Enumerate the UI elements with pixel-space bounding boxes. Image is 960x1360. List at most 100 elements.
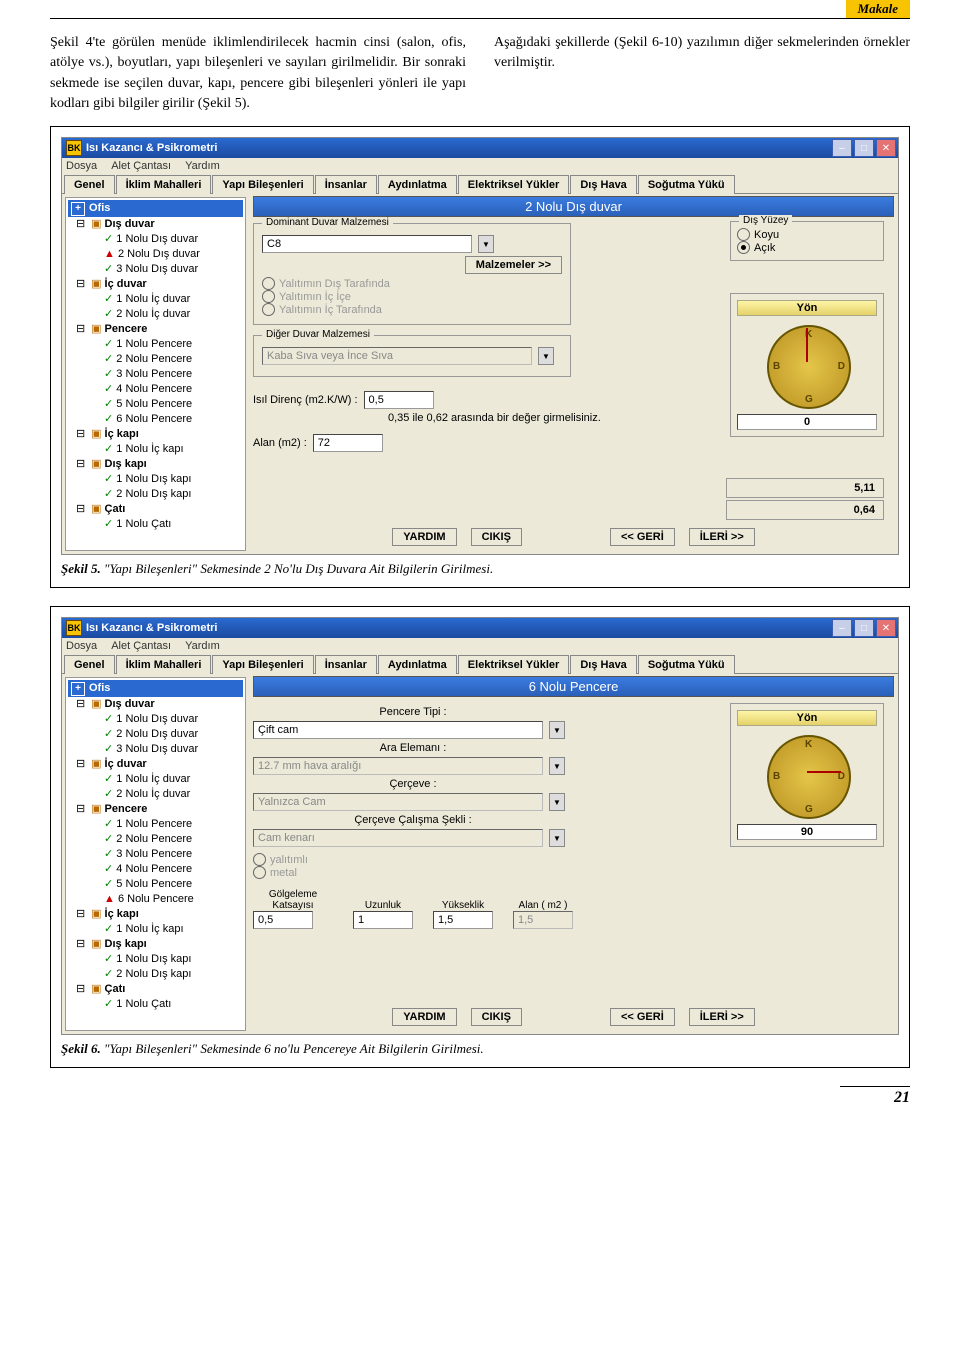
other-material-select[interactable]: Kaba Sıva veya İnce Sıva <box>262 347 532 365</box>
tree-item[interactable]: ✓ 1 Nolu Dış duvar <box>68 712 243 727</box>
menu-file[interactable]: Dosya <box>66 640 97 652</box>
radio-koyu[interactable] <box>737 228 750 241</box>
tab-insan[interactable]: İnsanlar <box>315 175 377 194</box>
tree-item[interactable]: ✓ 1 Nolu İç kapı <box>68 922 243 937</box>
help-button[interactable]: YARDIM <box>392 1008 456 1026</box>
shade-input[interactable]: 0,5 <box>253 911 313 929</box>
header-chip: Makale <box>846 0 910 18</box>
tab-sogutma[interactable]: Soğutma Yükü <box>638 175 735 194</box>
maximize-button[interactable]: □ <box>854 619 874 637</box>
tree-item[interactable]: ✓ 6 Nolu Pencere <box>68 412 243 427</box>
next-button[interactable]: İLERİ >> <box>689 1008 755 1026</box>
tree-item[interactable]: ✓ 3 Nolu Pencere <box>68 847 243 862</box>
tree-panel[interactable]: +Ofis ⊟ ▣ Dış duvar✓ 1 Nolu Dış duvar✓ 2… <box>65 677 246 1031</box>
tree-item[interactable]: ✓ 1 Nolu Çatı <box>68 997 243 1012</box>
tab-genel[interactable]: Genel <box>64 175 115 194</box>
menu-help[interactable]: Yardım <box>185 640 220 652</box>
next-button[interactable]: İLERİ >> <box>689 528 755 546</box>
tab-iklim[interactable]: İklim Mahalleri <box>116 655 212 674</box>
tab-yapi[interactable]: Yapı Bileşenleri <box>212 175 313 194</box>
exit-button[interactable]: CIKIŞ <box>471 528 522 546</box>
tree-item[interactable]: ✓ 1 Nolu İç kapı <box>68 442 243 457</box>
tree-item[interactable]: ✓ 1 Nolu Dış kapı <box>68 952 243 967</box>
chevron-down-icon[interactable]: ▼ <box>549 793 565 811</box>
tree-item[interactable]: ✓ 4 Nolu Pencere <box>68 862 243 877</box>
window-title: Isı Kazancı & Psikrometri <box>86 622 217 634</box>
back-button[interactable]: << GERİ <box>610 528 675 546</box>
area-input[interactable]: 72 <box>313 434 383 452</box>
tree-item[interactable]: ✓ 3 Nolu Dış duvar <box>68 262 243 277</box>
tree-item[interactable]: ✓ 1 Nolu Pencere <box>68 817 243 832</box>
window-title: Isı Kazancı & Psikrometri <box>86 142 217 154</box>
tab-sogutma[interactable]: Soğutma Yükü <box>638 655 735 674</box>
fig6-caption: Şekil 6. "Yapı Bileşenleri" Sekmesinde 6… <box>61 1041 899 1057</box>
ara-select[interactable]: 12.7 mm hava aralığı <box>253 757 543 775</box>
type-select[interactable]: Çift cam <box>253 721 543 739</box>
tab-yapi[interactable]: Yapı Bileşenleri <box>212 655 313 674</box>
len-input[interactable]: 1 <box>353 911 413 929</box>
tree-item[interactable]: ✓ 2 Nolu İç duvar <box>68 307 243 322</box>
menu-file[interactable]: Dosya <box>66 160 97 172</box>
chevron-down-icon[interactable]: ▼ <box>549 721 565 739</box>
yon-label: Yön <box>737 300 877 316</box>
tab-elek[interactable]: Elektriksel Yükler <box>458 175 570 194</box>
add-icon[interactable]: + <box>71 682 85 696</box>
tree-panel[interactable]: +Ofis ⊟ ▣ Dış duvar✓ 1 Nolu Dış duvar▲ 2… <box>65 197 246 551</box>
compass-dial[interactable]: KGDB <box>762 320 852 410</box>
tree-item[interactable]: ✓ 2 Nolu Dış duvar <box>68 727 243 742</box>
chevron-down-icon[interactable]: ▼ <box>478 235 494 253</box>
back-button[interactable]: << GERİ <box>610 1008 675 1026</box>
work-select[interactable]: Cam kenarı <box>253 829 543 847</box>
menu-toolbox[interactable]: Alet Çantası <box>111 160 171 172</box>
tree-item[interactable]: ✓ 1 Nolu Dış kapı <box>68 472 243 487</box>
tree-item[interactable]: ✓ 1 Nolu Dış duvar <box>68 232 243 247</box>
compass-value: 0 <box>737 414 877 430</box>
minimize-button[interactable]: – <box>832 139 852 157</box>
radio-acik[interactable] <box>737 241 750 254</box>
tree-item[interactable]: ✓ 2 Nolu Dış kapı <box>68 967 243 982</box>
tree-item[interactable]: ✓ 2 Nolu Pencere <box>68 352 243 367</box>
hgt-input[interactable]: 1,5 <box>433 911 493 929</box>
close-button[interactable]: ✕ <box>876 619 896 637</box>
tree-item[interactable]: ✓ 2 Nolu Dış kapı <box>68 487 243 502</box>
tree-item[interactable]: ✓ 5 Nolu Pencere <box>68 397 243 412</box>
tree-item[interactable]: ✓ 1 Nolu İç duvar <box>68 292 243 307</box>
maximize-button[interactable]: □ <box>854 139 874 157</box>
chevron-down-icon[interactable]: ▼ <box>538 347 554 365</box>
tab-genel[interactable]: Genel <box>64 655 115 674</box>
tree-item[interactable]: ✓ 1 Nolu Pencere <box>68 337 243 352</box>
tree-item[interactable]: ✓ 2 Nolu İç duvar <box>68 787 243 802</box>
materials-button[interactable]: Malzemeler >> <box>465 256 562 274</box>
tab-iklim[interactable]: İklim Mahalleri <box>116 175 212 194</box>
tab-aydin[interactable]: Aydınlatma <box>378 655 457 674</box>
tab-aydin[interactable]: Aydınlatma <box>378 175 457 194</box>
tree-item[interactable]: ✓ 3 Nolu Dış duvar <box>68 742 243 757</box>
minimize-button[interactable]: – <box>832 619 852 637</box>
tree-item[interactable]: ▲ 6 Nolu Pencere <box>68 892 243 907</box>
tab-elek[interactable]: Elektriksel Yükler <box>458 655 570 674</box>
cerc-select[interactable]: Yalnızca Cam <box>253 793 543 811</box>
exit-button[interactable]: CIKIŞ <box>471 1008 522 1026</box>
res-input[interactable]: 0,5 <box>364 391 434 409</box>
tab-dis[interactable]: Dış Hava <box>570 655 636 674</box>
app-logo-icon: BK <box>66 140 82 156</box>
tab-dis[interactable]: Dış Hava <box>570 175 636 194</box>
compass-dial[interactable]: KGDB <box>762 730 852 820</box>
help-button[interactable]: YARDIM <box>392 528 456 546</box>
radio-yalitimli <box>253 853 266 866</box>
chevron-down-icon[interactable]: ▼ <box>549 829 565 847</box>
tree-item[interactable]: ✓ 2 Nolu Pencere <box>68 832 243 847</box>
tree-item[interactable]: ✓ 1 Nolu Çatı <box>68 517 243 532</box>
chevron-down-icon[interactable]: ▼ <box>549 757 565 775</box>
tree-item[interactable]: ✓ 3 Nolu Pencere <box>68 367 243 382</box>
add-icon[interactable]: + <box>71 202 85 216</box>
dominant-material-select[interactable]: C8 <box>262 235 472 253</box>
menu-help[interactable]: Yardım <box>185 160 220 172</box>
tree-item[interactable]: ✓ 1 Nolu İç duvar <box>68 772 243 787</box>
close-button[interactable]: ✕ <box>876 139 896 157</box>
tree-item[interactable]: ✓ 4 Nolu Pencere <box>68 382 243 397</box>
tree-item[interactable]: ▲ 2 Nolu Dış duvar <box>68 247 243 262</box>
tree-item[interactable]: ✓ 5 Nolu Pencere <box>68 877 243 892</box>
tab-insan[interactable]: İnsanlar <box>315 655 377 674</box>
menu-toolbox[interactable]: Alet Çantası <box>111 640 171 652</box>
